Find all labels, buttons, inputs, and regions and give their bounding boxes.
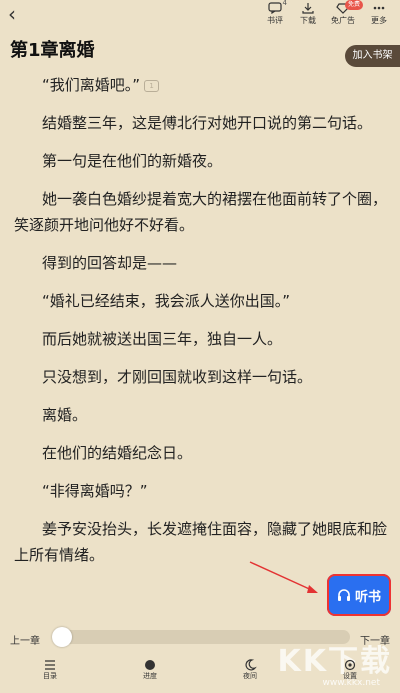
progress-label: 进度	[143, 672, 157, 680]
paragraph: 结婚整三年，这是傅北行对她开口说的第二句话。	[42, 114, 373, 132]
comments-button[interactable]: 4 书评	[258, 0, 292, 26]
free-badge: 免费	[344, 0, 363, 10]
no-ads-button[interactable]: 免费 免广告	[326, 0, 363, 26]
back-button[interactable]: ‹	[8, 4, 16, 24]
top-toolbar: ‹ 4 书评 下载 免费 免广告 更多	[0, 0, 400, 30]
menu-icon	[45, 660, 55, 670]
paragraph: 在他们的结婚纪念日。	[42, 444, 193, 462]
previous-chapter-button[interactable]: 上一章	[10, 632, 40, 647]
more-dots-icon	[373, 6, 385, 10]
night-mode-button[interactable]: 夜间	[230, 659, 270, 681]
listen-book-label: 听书	[354, 589, 381, 605]
settings-icon	[344, 659, 356, 671]
more-button[interactable]: 更多	[362, 0, 396, 26]
night-mode-label: 夜间	[243, 672, 257, 680]
paragraph: 她一袭白色婚纱提着宽大的裙摆在他面前转了个圈，笑逐颜开地问他好不好看。	[14, 190, 388, 234]
bottom-toolbar: 目录 进度 夜间 设置	[0, 657, 400, 693]
settings-button[interactable]: 设置	[330, 659, 370, 681]
catalog-button[interactable]: 目录	[30, 659, 70, 681]
progress-button[interactable]: 进度	[130, 659, 170, 681]
chevron-left-icon: ‹	[8, 2, 16, 26]
more-label: 更多	[371, 16, 387, 25]
reading-content: “我们离婚吧。” 1 结婚整三年，这是傅北行对她开口说的第二句话。 第一句是在他们…	[14, 72, 390, 580]
paragraph: “婚礼已经结束，我会派人送你出国。”	[42, 292, 291, 310]
progress-slider-knob[interactable]	[52, 627, 72, 647]
paragraph: 姜予安没抬头，长发遮掩住面容，隐藏了她眼底和脸上所有情绪。	[14, 520, 388, 564]
paragraph: 离婚。	[42, 406, 88, 424]
paragraph-comment-icon[interactable]: 1	[144, 79, 160, 92]
download-icon	[302, 3, 314, 14]
listen-book-button[interactable]: 听书	[327, 574, 391, 616]
comment-bubble-icon	[268, 2, 282, 14]
progress-icon	[145, 660, 155, 670]
settings-label: 设置	[343, 672, 357, 680]
paragraph: “非得离婚吗？”	[42, 482, 148, 500]
moon-icon	[245, 659, 257, 671]
paragraph: 得到的回答却是——	[42, 254, 178, 272]
paragraph: 第一句是在他们的新婚夜。	[42, 152, 223, 170]
download-button[interactable]: 下载	[291, 0, 325, 26]
catalog-label: 目录	[43, 672, 57, 680]
headphones-icon	[337, 589, 350, 601]
paragraph: “我们离婚吧。” 1	[14, 72, 390, 98]
paragraph: 只没想到，才刚回国就收到这样一句话。	[42, 368, 313, 386]
add-to-shelf-button[interactable]: 加入书架	[345, 45, 400, 67]
comments-label: 书评	[267, 16, 283, 25]
download-label: 下载	[300, 16, 316, 25]
paragraph: 而后她就被送出国三年，独自一人。	[42, 330, 283, 348]
chapter-title: 第1章离婚	[10, 40, 95, 61]
comments-count: 4	[282, 0, 287, 7]
no-ads-label: 免广告	[331, 16, 355, 25]
